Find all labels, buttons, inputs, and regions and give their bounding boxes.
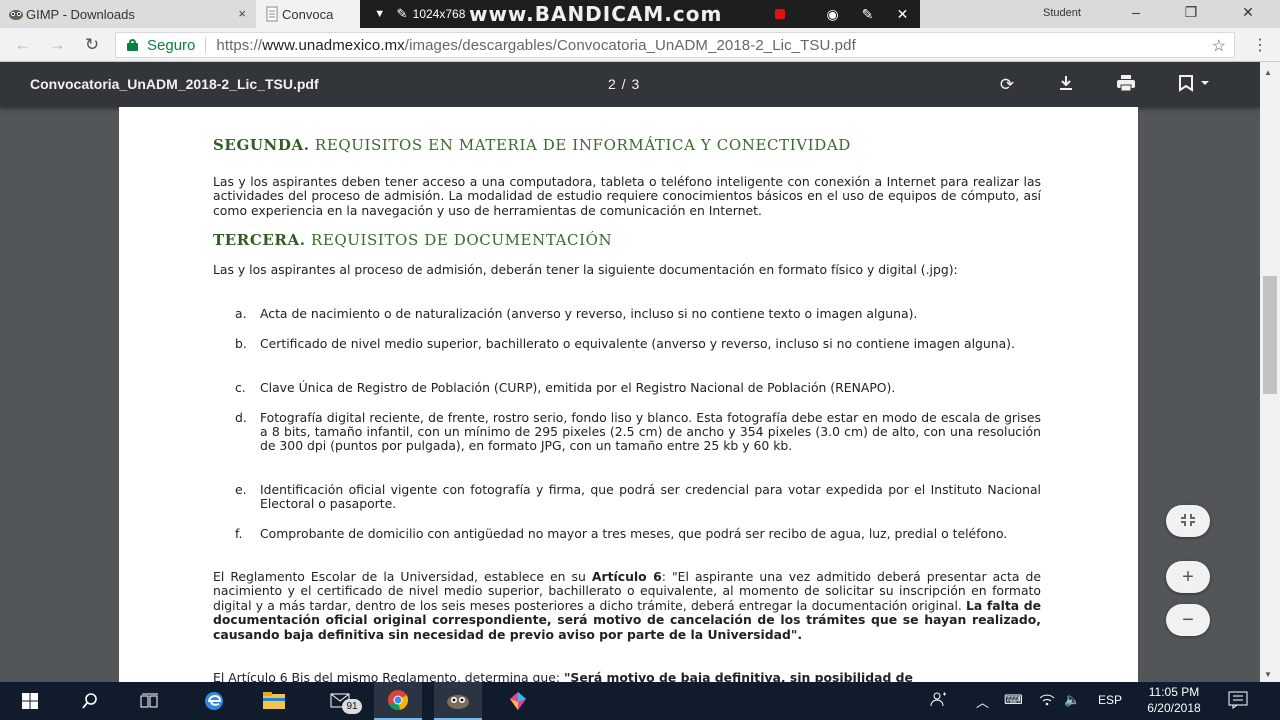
reload-button[interactable]: ↻ (81, 34, 103, 56)
bookmark-icon[interactable] (1174, 74, 1214, 96)
gimp-taskbar-icon[interactable] (434, 682, 482, 720)
chrome-icon[interactable] (374, 682, 422, 720)
wifi-icon[interactable] (1038, 692, 1056, 709)
tab-gimp-downloads[interactable]: GIMP - Downloads × (0, 0, 256, 28)
tab-close-icon[interactable]: × (238, 6, 246, 21)
notifications-icon[interactable] (1228, 691, 1248, 712)
chevron-up-icon[interactable]: ︿ (976, 692, 989, 711)
scroll-down-arrow[interactable]: ▼ (1264, 670, 1272, 679)
clock[interactable]: 11:05 PM 6/20/2018 (1140, 685, 1208, 715)
recording-resolution: 1024x768 (412, 7, 466, 21)
rotate-icon[interactable]: ⟳ (996, 74, 1018, 96)
mail-badge: 91 (342, 699, 362, 714)
section-heading-segunda: SEGUNDA. REQUISITOS EN MATERIA DE INFORM… (213, 136, 851, 154)
browser-toolbar: ← → ↻ Seguro https://www.unadmexico.mx/i… (0, 28, 1280, 62)
tab-title: GIMP - Downloads (26, 6, 135, 22)
zoom-in-button[interactable]: + (1166, 561, 1210, 593)
divider (205, 37, 207, 53)
scrollbar-thumb[interactable] (1263, 276, 1277, 394)
paint3d-icon[interactable] (494, 682, 542, 720)
tab-strip: GIMP - Downloads × Convoca ▼ ✎ 1024x768 … (0, 0, 1280, 28)
pdf-page: SEGUNDA. REQUISITOS EN MATERIA DE INFORM… (119, 107, 1138, 682)
windows-icon[interactable] (6, 682, 54, 720)
forward-button[interactable]: → (46, 34, 68, 56)
mail-icon[interactable]: 91 (318, 682, 366, 720)
record-indicator-icon (775, 9, 786, 19)
pdf-filename: Convocatoria_UnADM_2018-2_Lic_TSU.pdf (30, 76, 319, 92)
edge-icon[interactable] (190, 682, 238, 720)
camera-icon[interactable]: ◉ (815, 6, 850, 23)
page-indicator[interactable]: 2 / 3 (608, 76, 640, 92)
download-icon[interactable] (1055, 74, 1077, 96)
clock-date: 6/20/2018 (1147, 701, 1201, 715)
tab-title: Convoca (282, 6, 334, 22)
volume-icon[interactable]: 🔈 (1064, 692, 1080, 708)
articulo-bis-paragraph: El Artículo 6 Bis del mismo Reglamento, … (213, 670, 913, 682)
zoom-in-icon: + (1182, 566, 1194, 588)
task-view-icon[interactable] (126, 682, 174, 720)
minimize-button[interactable]: – (1126, 4, 1146, 20)
keyboard-icon[interactable]: ⌨ (1004, 692, 1023, 708)
language-indicator[interactable]: ESP (1098, 693, 1122, 707)
pdf-icon (264, 6, 280, 22)
pin-icon[interactable]: ✎ (391, 6, 412, 22)
star-icon[interactable]: ☆ (1212, 36, 1226, 56)
pencil-icon[interactable]: ✎ (850, 6, 885, 23)
gimp-icon (8, 6, 24, 22)
zoom-out-button[interactable]: − (1166, 604, 1210, 636)
recorder-close-icon[interactable]: ✕ (885, 6, 920, 23)
people-icon[interactable] (930, 691, 948, 710)
address-bar[interactable]: Seguro https://www.unadmexico.mx/images/… (115, 32, 1235, 58)
back-button[interactable]: ← (12, 34, 34, 56)
url-text[interactable]: https://www.unadmexico.mx/images/descarg… (216, 37, 855, 54)
clock-time: 11:05 PM (1148, 685, 1200, 699)
pdf-toolbar: Convocatoria_UnADM_2018-2_Lic_TSU.pdf 2 … (0, 62, 1260, 107)
bandicam-recorder-bar: ▼ ✎ 1024x768 www.BANDICAM.com ◉ ✎ ✕ (360, 0, 920, 28)
explorer-icon[interactable] (250, 682, 298, 720)
section-heading-tercera: TERCERA. REQUISITOS DE DOCUMENTACIÓN (213, 231, 613, 249)
menu-icon[interactable]: ⋮ (1252, 35, 1268, 55)
secure-label: Seguro (147, 36, 196, 54)
dropdown-arrow-icon[interactable]: ▼ (368, 8, 391, 20)
maximize-button[interactable]: ❐ (1181, 4, 1201, 21)
profile-name[interactable]: Student (1043, 7, 1081, 19)
zoom-out-icon: − (1182, 609, 1194, 631)
lock-icon (127, 39, 139, 51)
section-body: Las y los aspirantes deben tener acceso … (213, 174, 1041, 218)
fit-to-page-button[interactable] (1166, 505, 1210, 537)
print-icon[interactable] (1115, 74, 1137, 96)
section-intro: Las y los aspirantes al proceso de admis… (213, 262, 958, 277)
taskbar: 91 ︿ ⌨ 🔈 ESP 11:05 PM 6/20/2018 (0, 682, 1280, 720)
bandicam-watermark: www.BANDICAM.com (468, 2, 723, 26)
close-window-button[interactable]: ✕ (1238, 4, 1258, 21)
scroll-up-arrow[interactable]: ▲ (1264, 68, 1272, 77)
search-icon[interactable] (66, 682, 114, 720)
reglamento-paragraph: El Reglamento Escolar de la Universidad,… (213, 569, 1041, 642)
fit-icon (1179, 510, 1197, 532)
